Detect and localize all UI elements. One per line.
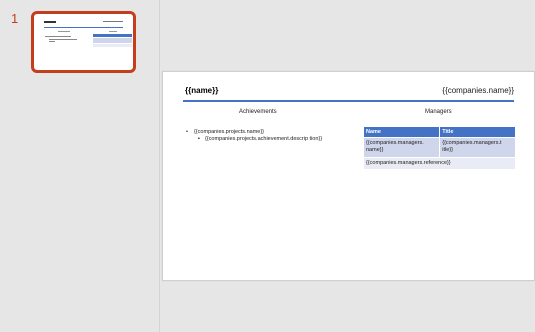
- table-row[interactable]: {{companies.managers. name}} {{companies…: [364, 136, 516, 157]
- thumb-bullet-3: [49, 41, 55, 42]
- list-item[interactable]: ▪ {{companies.projects.achievement.descr…: [185, 136, 345, 143]
- bullet-icon: ▪: [198, 136, 200, 142]
- thumb-title-line: [44, 21, 56, 23]
- table-header-title[interactable]: Title: [439, 127, 516, 137]
- thumb-col-head-left: [58, 31, 70, 32]
- project-name-text: {{companies.projects.name}}: [194, 129, 265, 135]
- thumb-col-head-right: [109, 31, 117, 32]
- thumb-table-row2: [93, 44, 132, 47]
- table-row[interactable]: {{companies.managers.reference}}: [364, 156, 516, 169]
- thumb-table-header: [93, 34, 132, 37]
- slide-title[interactable]: {{name}}: [185, 86, 218, 95]
- list-item[interactable]: • {{companies.projects.name}}: [185, 129, 345, 136]
- slide-canvas[interactable]: {{name}} {{companies.name}} Achievements…: [162, 71, 535, 281]
- table-cell-manager-reference[interactable]: {{companies.managers.reference}}: [364, 156, 516, 169]
- thumbnail-preview: [36, 16, 132, 68]
- thumb-bullet-2: [49, 39, 77, 40]
- slide-thumbnail-1[interactable]: [31, 11, 136, 73]
- thumb-table-row1: [93, 38, 132, 43]
- thumb-company-line: [103, 21, 123, 22]
- thumb-bullet-1: [45, 36, 71, 37]
- table-cell-manager-name[interactable]: {{companies.managers. name}}: [364, 136, 441, 157]
- company-name[interactable]: {{companies.name}}: [442, 86, 514, 95]
- title-divider: [183, 100, 514, 102]
- bullet-icon: •: [186, 129, 188, 135]
- slide-thumbnail-pane: 1: [0, 0, 160, 332]
- slide-number: 1: [11, 11, 19, 26]
- achievement-description-text: {{companies.projects.achievement.descrip…: [205, 136, 323, 142]
- managers-table[interactable]: Name Title {{companies.managers. name}} …: [364, 127, 516, 169]
- table-cell-manager-title[interactable]: {{companies.managers.t itle}}: [439, 136, 516, 157]
- slide-edit-area: {{name}} {{companies.name}} Achievements…: [161, 0, 535, 332]
- thumb-rule: [44, 27, 123, 28]
- managers-heading[interactable]: Managers: [425, 109, 452, 115]
- achievements-heading[interactable]: Achievements: [239, 109, 277, 115]
- achievements-list[interactable]: • {{companies.projects.name}} ▪ {{compan…: [185, 129, 345, 143]
- table-header-name[interactable]: Name: [364, 127, 441, 137]
